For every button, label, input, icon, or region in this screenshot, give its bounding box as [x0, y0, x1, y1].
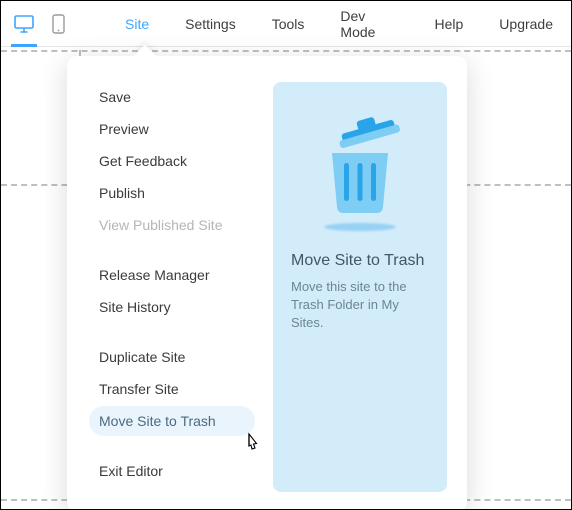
- menu-detail-panel: Move Site to Trash Move this site to the…: [273, 82, 447, 492]
- top-menu: Site Settings Tools Dev Mode Help Upgrad…: [107, 1, 571, 47]
- menu-item-exit-editor[interactable]: Exit Editor: [89, 456, 255, 486]
- menu-upgrade[interactable]: Upgrade: [481, 1, 571, 47]
- editor-canvas: Save Preview Get Feedback Publish View P…: [1, 47, 571, 509]
- desktop-view-button[interactable]: [7, 1, 41, 47]
- icon-shadow: [324, 223, 396, 231]
- desktop-icon: [14, 15, 34, 33]
- menu-item-move-to-trash[interactable]: Move Site to Trash: [89, 406, 255, 436]
- menu-settings[interactable]: Settings: [167, 1, 254, 47]
- menu-help[interactable]: Help: [417, 1, 482, 47]
- menu-item-site-history[interactable]: Site History: [89, 292, 255, 322]
- menu-item-transfer-site[interactable]: Transfer Site: [89, 374, 255, 404]
- menu-item-view-published: View Published Site: [89, 210, 255, 240]
- menu-item-preview[interactable]: Preview: [89, 114, 255, 144]
- menu-dev-mode[interactable]: Dev Mode: [322, 1, 416, 47]
- detail-description: Move this site to the Trash Folder in My…: [291, 278, 429, 332]
- guide-line: [1, 50, 571, 52]
- menu-item-duplicate-site[interactable]: Duplicate Site: [89, 342, 255, 372]
- mobile-view-button[interactable]: [41, 1, 75, 47]
- menu-item-publish[interactable]: Publish: [89, 178, 255, 208]
- app-frame: Site Settings Tools Dev Mode Help Upgrad…: [0, 0, 572, 510]
- menu-tools[interactable]: Tools: [254, 1, 323, 47]
- detail-icon-area: [314, 104, 406, 244]
- detail-title: Move Site to Trash: [291, 252, 424, 270]
- menu-item-get-feedback[interactable]: Get Feedback: [89, 146, 255, 176]
- menu-item-save[interactable]: Save: [89, 82, 255, 112]
- site-menu-list: Save Preview Get Feedback Publish View P…: [89, 82, 255, 492]
- menu-separator: [89, 438, 255, 456]
- menu-separator: [89, 242, 255, 260]
- menu-item-release-manager[interactable]: Release Manager: [89, 260, 255, 290]
- device-switch: [1, 1, 81, 47]
- menu-site[interactable]: Site: [107, 1, 167, 47]
- site-menu-popover: Save Preview Get Feedback Publish View P…: [67, 56, 467, 510]
- trash-icon: [314, 117, 406, 213]
- mobile-icon: [52, 14, 65, 34]
- top-bar: Site Settings Tools Dev Mode Help Upgrad…: [1, 1, 571, 47]
- menu-separator: [89, 324, 255, 342]
